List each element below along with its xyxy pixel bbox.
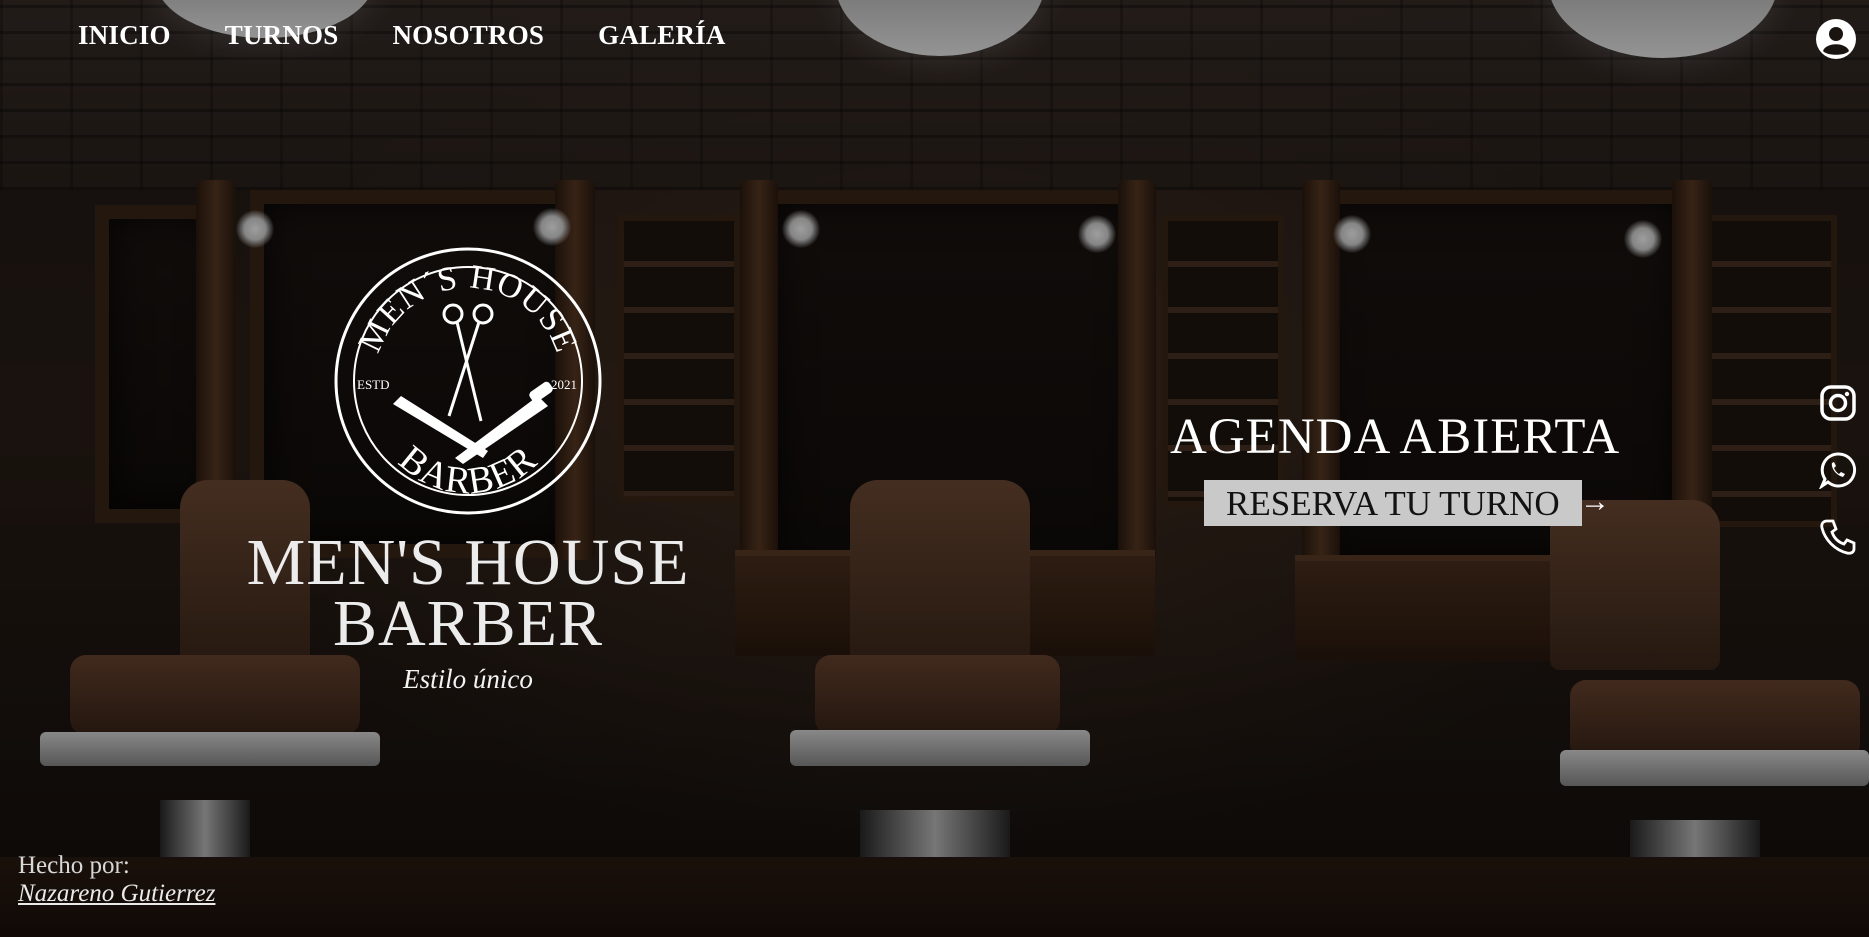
svg-text:2021: 2021 (551, 377, 577, 392)
nav-item-nosotros[interactable]: NOSOTROS (392, 20, 544, 51)
credit-block: Hecho por: Nazareno Gutierrez (18, 852, 215, 908)
phone-icon[interactable] (1819, 518, 1857, 556)
book-appointment-button[interactable]: RESERVA TU TURNO (1204, 480, 1582, 526)
dark-overlay (0, 0, 1869, 937)
barbershop-logo: MEN´S HOUSE BARBER ESTD 2021 (333, 246, 603, 516)
brand-title-line2: BARBER (332, 587, 604, 660)
made-by-label: Hecho por: (18, 852, 130, 879)
author-link[interactable]: Nazareno Gutierrez (18, 880, 215, 908)
nav-item-turnos[interactable]: TURNOS (225, 20, 339, 51)
nav-item-inicio[interactable]: INICIO (78, 20, 171, 51)
user-circle-icon[interactable] (1815, 18, 1857, 60)
nav-item-galeria[interactable]: GALERÍA (598, 20, 725, 51)
agenda-heading: AGENDA ABIERTA (1170, 409, 1621, 465)
brand-block: MEN'S HOUSE BARBER Estilo único (203, 526, 733, 695)
whatsapp-icon[interactable] (1818, 451, 1857, 491)
svg-text:ESTD: ESTD (357, 377, 390, 392)
brand-title-line1: MEN'S HOUSE (246, 526, 690, 599)
arrow-right-icon[interactable]: → (1580, 485, 1610, 519)
svg-text:MEN´S HOUSE: MEN´S HOUSE (351, 258, 584, 357)
instagram-icon[interactable] (1819, 384, 1857, 422)
main-nav: INICIO TURNOS NOSOTROS GALERÍA (78, 20, 780, 51)
brand-tagline: Estilo único (403, 664, 533, 694)
scissors-icon (442, 303, 494, 422)
hero-background (0, 0, 1869, 937)
